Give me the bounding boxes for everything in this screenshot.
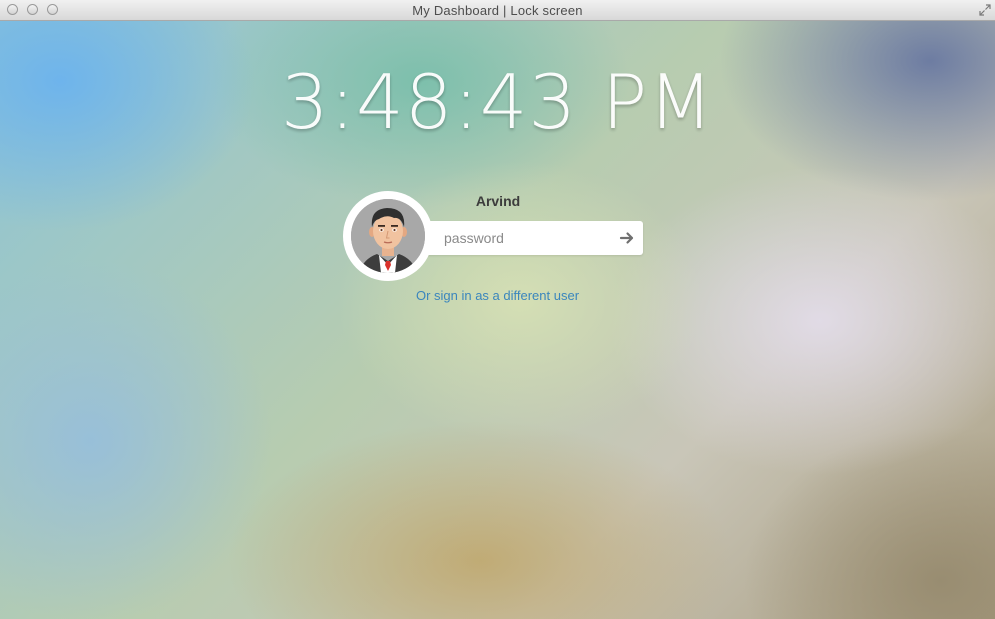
title-bar: My Dashboard | Lock screen [0,0,995,21]
lock-screen-window: My Dashboard | Lock screen 3:48:43 PM Ar… [0,0,995,619]
fullscreen-icon[interactable] [978,3,992,17]
avatar [343,191,433,281]
window-title: My Dashboard | Lock screen [412,3,583,18]
username-label: Arvind [475,193,521,209]
switch-user-link[interactable]: Or sign in as a different user [0,288,995,303]
avatar-illustration [351,199,425,273]
password-box [420,221,643,255]
password-input[interactable] [442,221,604,255]
arrow-right-icon[interactable] [619,230,635,246]
lock-clock: 3:48:43 PM [281,58,714,146]
